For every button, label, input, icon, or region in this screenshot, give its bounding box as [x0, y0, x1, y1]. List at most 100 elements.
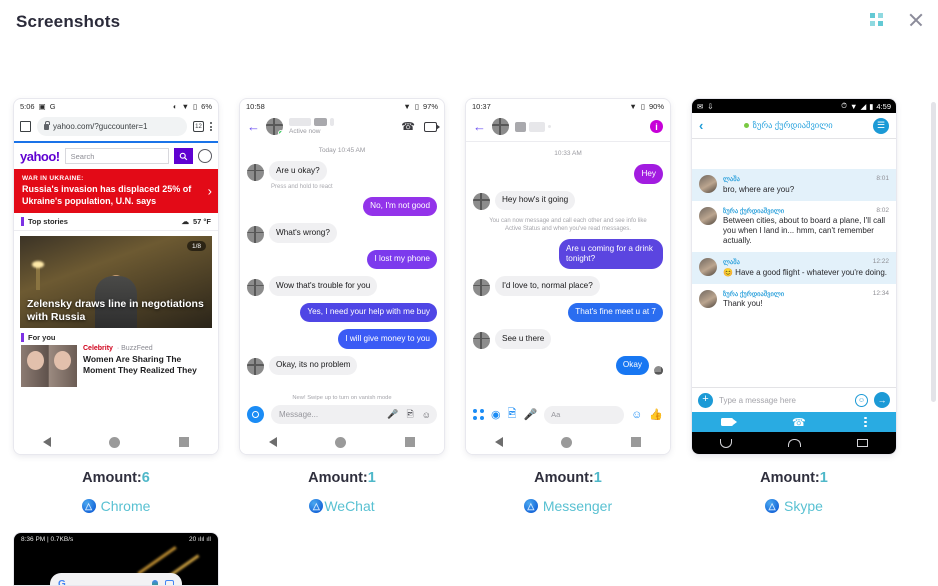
- nav-back-icon[interactable]: [495, 437, 504, 447]
- avatar[interactable]: [266, 118, 283, 135]
- article-category: Celebrity: [83, 345, 113, 352]
- video-call-icon[interactable]: [424, 121, 440, 132]
- home-icon[interactable]: [20, 121, 31, 132]
- message-row[interactable]: ლაშა 😊 Have a good flight - whatever you…: [692, 252, 896, 284]
- gallery-row-2: 8:36 PM | 0.7KB/s 20 ılıl ıll G: [0, 533, 938, 585]
- message-input[interactable]: Aa: [544, 405, 625, 424]
- message-bubble[interactable]: What's wrong?: [269, 223, 337, 243]
- hero-article-card[interactable]: 1/8 Zelensky draws line in negotiations …: [20, 236, 212, 328]
- nav-home-icon[interactable]: [109, 436, 121, 448]
- nav-recents-icon[interactable]: [404, 437, 415, 447]
- back-arrow-icon[interactable]: ←: [247, 120, 260, 133]
- send-icon[interactable]: →: [874, 392, 890, 408]
- nav-back-icon[interactable]: [43, 437, 52, 447]
- nav-recents-icon[interactable]: [857, 439, 868, 447]
- top-stories-label: Top stories: [28, 217, 68, 226]
- decorative-glow: [137, 546, 177, 575]
- screenshot-preview-skype[interactable]: ✉ ⇩ ⏱ ▼ ◢ ▮ 4:59 ‹ ზურა ქურდიაშვილი ☰ ლა…: [692, 99, 896, 454]
- article-list-item[interactable]: Celebrity · BuzzFeed Women Are Sharing T…: [14, 345, 218, 387]
- info-icon[interactable]: i: [650, 120, 663, 133]
- app-label-skype[interactable]: △ Skype: [692, 498, 896, 514]
- grid-dots-icon[interactable]: [870, 13, 884, 27]
- app-label-wechat[interactable]: △ WeChat: [240, 498, 444, 514]
- battery-percent: 97%: [422, 102, 438, 111]
- message-bubble[interactable]: No, I'm not good: [363, 196, 437, 216]
- more-apps-icon[interactable]: [473, 409, 484, 420]
- message-bubble[interactable]: Yes, I need your help with me buy: [300, 302, 437, 322]
- message-bubble[interactable]: I lost my phone: [367, 249, 437, 269]
- redaction-bar: [314, 118, 327, 126]
- message-input[interactable]: Message... 🎤 🖻 ☺: [271, 405, 437, 424]
- screenshot-preview-chrome[interactable]: 5:06 ▣ G ◐ ▼ ▯ 6% yahoo.com/?guccounter=…: [14, 99, 218, 454]
- message-row: Yes, I need your help with me buy: [247, 302, 437, 322]
- message-row[interactable]: ზურა ქურდიაშვილი Between cities, about t…: [692, 201, 896, 253]
- nav-home-icon[interactable]: [561, 436, 573, 448]
- chat-header-actions: ☎: [401, 120, 440, 133]
- thumbs-up-icon[interactable]: 👍: [649, 408, 663, 421]
- message-bubble[interactable]: See u there: [495, 329, 552, 349]
- back-arrow-icon[interactable]: ‹: [699, 118, 703, 133]
- nav-recents-icon[interactable]: [630, 437, 641, 447]
- screenshot-preview-messenger[interactable]: 10:37 ▼ ▯ 90% ← i 10:33 AM Hey Hey how's…: [466, 99, 670, 454]
- phone-call-icon[interactable]: ☎: [401, 120, 415, 133]
- nav-home-icon[interactable]: [788, 439, 801, 447]
- microphone-icon[interactable]: 🎤: [387, 409, 398, 420]
- message-bubble[interactable]: That's fine meet u at 7: [568, 302, 663, 322]
- gallery-icon[interactable]: 🖻: [407, 407, 414, 423]
- overflow-menu-icon[interactable]: [864, 417, 867, 427]
- online-status-dot: [743, 123, 749, 128]
- emoji-icon[interactable]: ☺: [631, 409, 642, 421]
- camera-icon[interactable]: ◉: [491, 408, 501, 421]
- app-label-messenger[interactable]: △ Messenger: [466, 498, 670, 514]
- avatar[interactable]: [492, 118, 509, 135]
- microphone-icon[interactable]: [152, 579, 158, 585]
- app-label-chrome[interactable]: △ Chrome: [14, 498, 218, 514]
- camera-icon[interactable]: [247, 406, 264, 423]
- overflow-menu-icon[interactable]: [210, 122, 212, 131]
- message-input[interactable]: Type a message here: [719, 396, 849, 405]
- message-bubble[interactable]: Hey how's it going: [495, 190, 576, 210]
- caption-wechat: Amount:1 △ WeChat: [240, 470, 444, 514]
- close-icon[interactable]: [908, 12, 924, 28]
- google-lens-icon[interactable]: [165, 579, 174, 585]
- avatar[interactable]: [198, 149, 212, 163]
- nav-home-icon[interactable]: [335, 436, 347, 448]
- emoji-icon[interactable]: ☺: [855, 393, 868, 407]
- message-bubble[interactable]: I will give money to you: [338, 329, 437, 349]
- message-bubble[interactable]: Are u coming for a drink tonight?: [559, 239, 663, 269]
- vertical-scrollbar[interactable]: [931, 102, 936, 582]
- phone-call-icon[interactable]: ☎: [792, 416, 806, 429]
- message-bubble[interactable]: Hey: [634, 164, 663, 184]
- alert-headline: Russia's invasion has displaced 25% of U…: [22, 184, 192, 206]
- screenshot-preview-partial[interactable]: 8:36 PM | 0.7KB/s 20 ılıl ıll G: [14, 533, 218, 585]
- nav-back-icon[interactable]: [720, 438, 732, 448]
- add-attachment-icon[interactable]: +: [698, 392, 713, 408]
- message-bubble[interactable]: Okay: [615, 355, 649, 375]
- message-bubble[interactable]: Are u okay?: [269, 161, 327, 181]
- message-bubble[interactable]: Okay, its no problem: [269, 355, 358, 375]
- sticker-icon[interactable]: ☺: [422, 410, 431, 420]
- news-alert-banner[interactable]: WAR IN UKRAINE: Russia's invasion has di…: [14, 169, 218, 213]
- video-call-icon[interactable]: [721, 418, 738, 426]
- tab-switcher-icon[interactable]: 12: [193, 121, 204, 132]
- google-search-widget[interactable]: G: [50, 573, 182, 585]
- message-row[interactable]: ლაშა bro, where are you? 8:01: [692, 169, 896, 201]
- message-bubble[interactable]: I'd love to, normal place?: [495, 276, 600, 296]
- message-bubble[interactable]: Wow that's trouble for you: [269, 276, 378, 296]
- message-row[interactable]: ზურა ქურდიაშვილი Thank you! 12:34: [692, 284, 896, 316]
- chat-menu-icon[interactable]: ☰: [873, 117, 889, 134]
- yahoo-search-input[interactable]: Search: [64, 148, 169, 164]
- app-name: WeChat: [324, 498, 375, 514]
- address-bar[interactable]: yahoo.com/?guccounter=1: [37, 117, 187, 136]
- wifi-icon: ▼: [850, 101, 858, 111]
- screenshot-preview-wechat[interactable]: 10:58 ▼ ▯ 97% ← Active now ☎ Today 10:45…: [240, 99, 444, 454]
- search-icon[interactable]: [174, 148, 193, 164]
- gallery-icon[interactable]: 🖻: [508, 405, 517, 424]
- chrome-omnibox-row: yahoo.com/?guccounter=1 12: [14, 114, 218, 141]
- scrollbar-thumb[interactable]: [931, 102, 936, 402]
- microphone-icon[interactable]: 🎤: [523, 408, 537, 421]
- nav-back-icon[interactable]: [269, 437, 278, 447]
- message-row: I will give money to you: [247, 329, 437, 349]
- nav-recents-icon[interactable]: [178, 437, 189, 447]
- back-arrow-icon[interactable]: ←: [473, 120, 486, 133]
